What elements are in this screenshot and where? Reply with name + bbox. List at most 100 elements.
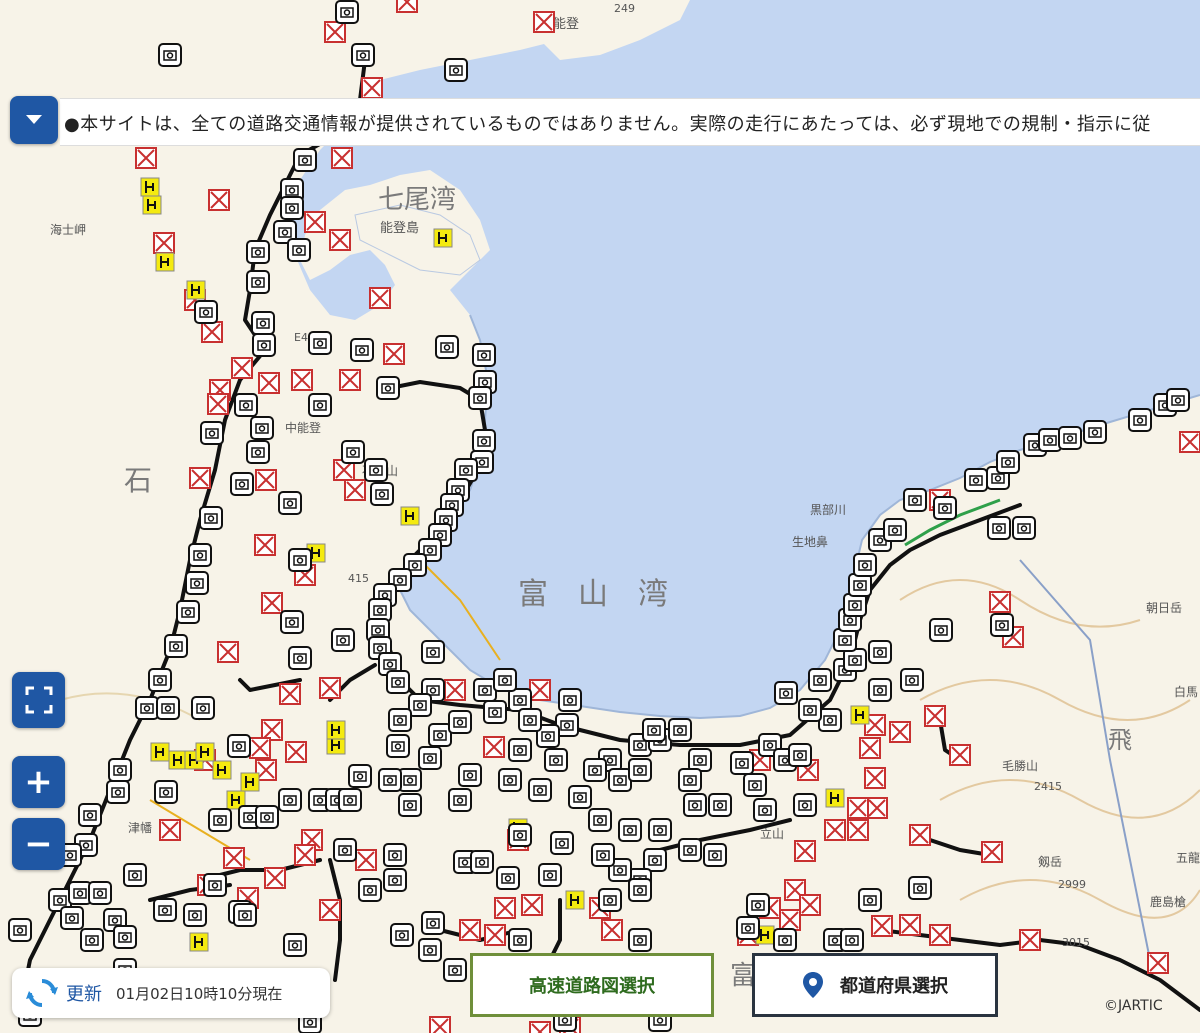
camera-icon[interactable] [990, 613, 1014, 637]
road-closure-icon[interactable] [361, 77, 383, 99]
camera-icon[interactable] [833, 628, 857, 652]
chain-required-icon[interactable] [142, 195, 162, 215]
camera-icon[interactable] [793, 793, 817, 817]
camera-icon[interactable] [883, 518, 907, 542]
chain-required-icon[interactable] [400, 506, 420, 526]
road-closure-icon[interactable] [135, 147, 157, 169]
camera-icon[interactable] [421, 640, 445, 664]
camera-icon[interactable] [743, 773, 767, 797]
chain-required-icon[interactable] [850, 705, 870, 725]
camera-icon[interactable] [176, 600, 200, 624]
road-closure-icon[interactable] [1147, 952, 1169, 974]
camera-icon[interactable] [843, 593, 867, 617]
camera-icon[interactable] [987, 516, 1011, 540]
camera-icon[interactable] [351, 43, 375, 67]
camera-icon[interactable] [773, 928, 797, 952]
chain-required-icon[interactable] [326, 720, 346, 740]
chain-required-icon[interactable] [189, 932, 209, 952]
camera-icon[interactable] [444, 58, 468, 82]
chain-required-icon[interactable] [565, 890, 585, 910]
road-closure-icon[interactable] [294, 844, 316, 866]
camera-icon[interactable] [508, 823, 532, 847]
road-closure-icon[interactable] [1019, 929, 1041, 951]
camera-icon[interactable] [280, 610, 304, 634]
camera-icon[interactable] [383, 843, 407, 867]
camera-icon[interactable] [106, 780, 130, 804]
camera-icon[interactable] [1128, 408, 1152, 432]
camera-icon[interactable] [333, 838, 357, 862]
camera-icon[interactable] [591, 843, 615, 867]
camera-icon[interactable] [583, 758, 607, 782]
camera-icon[interactable] [278, 788, 302, 812]
camera-icon[interactable] [473, 678, 497, 702]
camera-icon[interactable] [703, 843, 727, 867]
camera-icon[interactable] [808, 668, 832, 692]
chain-required-icon[interactable] [168, 750, 188, 770]
road-closure-icon[interactable] [201, 321, 223, 343]
camera-icon[interactable] [188, 543, 212, 567]
road-closure-icon[interactable] [207, 393, 229, 415]
camera-icon[interactable] [598, 888, 622, 912]
camera-icon[interactable] [903, 488, 927, 512]
camera-icon[interactable] [350, 338, 374, 362]
camera-icon[interactable] [335, 0, 359, 24]
road-closure-icon[interactable] [249, 737, 271, 759]
camera-icon[interactable] [191, 696, 215, 720]
road-closure-icon[interactable] [494, 897, 516, 919]
camera-icon[interactable] [208, 808, 232, 832]
road-closure-icon[interactable] [601, 919, 623, 941]
camera-icon[interactable] [199, 506, 223, 530]
road-closure-icon[interactable] [794, 840, 816, 862]
prefecture-select-button[interactable]: 都道府県選択 [752, 953, 998, 1017]
camera-icon[interactable] [628, 928, 652, 952]
road-closure-icon[interactable] [989, 591, 1011, 613]
camera-icon[interactable] [435, 335, 459, 359]
road-closure-icon[interactable] [924, 705, 946, 727]
camera-icon[interactable] [288, 548, 312, 572]
camera-icon[interactable] [443, 958, 467, 982]
chain-required-icon[interactable] [212, 760, 232, 780]
camera-icon[interactable] [642, 718, 666, 742]
zoom-out-button[interactable]: − [12, 818, 65, 870]
camera-icon[interactable] [364, 458, 388, 482]
road-closure-icon[interactable] [264, 867, 286, 889]
road-closure-icon[interactable] [799, 894, 821, 916]
camera-icon[interactable] [774, 681, 798, 705]
camera-icon[interactable] [568, 785, 592, 809]
camera-icon[interactable] [246, 440, 270, 464]
road-closure-icon[interactable] [159, 819, 181, 841]
camera-icon[interactable] [113, 925, 137, 949]
camera-icon[interactable] [252, 333, 276, 357]
camera-icon[interactable] [508, 688, 532, 712]
camera-icon[interactable] [398, 768, 422, 792]
camera-icon[interactable] [843, 648, 867, 672]
notice-toggle-button[interactable] [10, 96, 58, 144]
camera-icon[interactable] [148, 668, 172, 692]
camera-icon[interactable] [370, 482, 394, 506]
camera-icon[interactable] [730, 751, 754, 775]
road-closure-icon[interactable] [847, 819, 869, 841]
road-closure-icon[interactable] [304, 211, 326, 233]
camera-icon[interactable] [929, 618, 953, 642]
road-closure-icon[interactable] [899, 914, 921, 936]
camera-icon[interactable] [421, 911, 445, 935]
camera-icon[interactable] [648, 818, 672, 842]
camera-icon[interactable] [88, 881, 112, 905]
camera-icon[interactable] [158, 43, 182, 67]
road-closure-icon[interactable] [533, 11, 555, 33]
camera-icon[interactable] [250, 416, 274, 440]
camera-icon[interactable] [287, 238, 311, 262]
camera-icon[interactable] [348, 764, 372, 788]
camera-icon[interactable] [753, 798, 777, 822]
camera-icon[interactable] [293, 148, 317, 172]
camera-icon[interactable] [185, 571, 209, 595]
camera-icon[interactable] [8, 918, 32, 942]
camera-icon[interactable] [153, 898, 177, 922]
camera-icon[interactable] [518, 708, 542, 732]
camera-icon[interactable] [60, 906, 84, 930]
camera-icon[interactable] [230, 472, 254, 496]
road-closure-icon[interactable] [521, 894, 543, 916]
camera-icon[interactable] [483, 700, 507, 724]
road-closure-icon[interactable] [217, 641, 239, 663]
road-closure-icon[interactable] [909, 824, 931, 846]
